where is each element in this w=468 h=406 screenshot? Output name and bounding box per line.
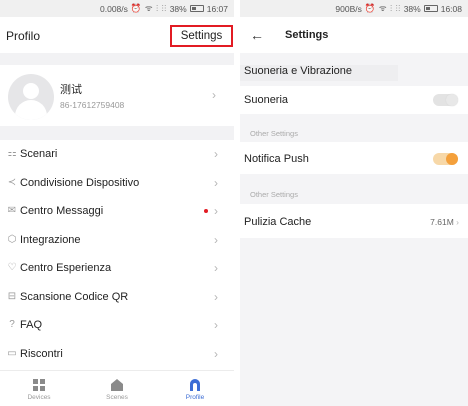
chevron-right-icon: ›: [214, 318, 218, 332]
menu-item-feedback[interactable]: ▭ Riscontri ›: [0, 339, 234, 368]
tab-devices[interactable]: Devices: [0, 371, 78, 406]
menu-item-label: Scenari: [20, 148, 58, 160]
battery-icon: [423, 5, 438, 12]
chevron-right-icon: ›: [214, 147, 218, 161]
avatar-body-icon: [15, 100, 47, 120]
heart-icon: ♡: [7, 262, 17, 273]
scenes-icon: ⚏: [7, 148, 17, 159]
menu-item-message-center[interactable]: ✉ Centro Messaggi ›: [0, 197, 234, 226]
menu-item-label: Scansione Codice QR: [20, 290, 129, 303]
push-notification-label: Notifica Push: [244, 153, 309, 165]
network-speed: 0.008/s: [100, 3, 128, 14]
profile-icon: [190, 379, 200, 391]
menu-item-faq[interactable]: ? FAQ ›: [0, 311, 234, 340]
share-icon: ≺: [7, 176, 17, 188]
menu-item-scenari[interactable]: ⚏ Scenari ›: [0, 140, 234, 169]
avatar-head-icon: [23, 83, 39, 99]
section-header-other: Other Settings: [240, 174, 468, 204]
toggle-knob: [446, 94, 458, 106]
question-icon: ?: [9, 319, 15, 330]
tab-label: Scenes: [106, 394, 128, 401]
chevron-right-icon: ›: [456, 217, 459, 227]
cube-icon: ⬡: [7, 233, 17, 245]
menu-item-label: FAQ: [20, 319, 43, 331]
status-icons: ⏰ ᯤ ⫶ ⫶⫶: [130, 3, 167, 13]
status-bar: 0.008/s ⏰ ᯤ ⫶ ⫶⫶ 38% 16:07: [0, 0, 234, 17]
unread-dot: [204, 209, 208, 213]
menu-item-label: Centro Messaggi: [20, 205, 104, 217]
chevron-right-icon: ›: [214, 232, 218, 247]
battery-icon: [189, 5, 204, 12]
scan-icon: ⊟: [7, 290, 17, 302]
clear-cache-label: Pulizia Cache: [244, 216, 312, 228]
chevron-right-icon: ›: [212, 88, 216, 102]
settings-screen: 900B/s ⏰ ᯤ ⫶ ⫶⫶ 38% 16:08 ← Settings Suo…: [240, 0, 468, 406]
home-icon: [111, 379, 123, 391]
menu-item-label: Centro Esperienza: [20, 262, 112, 274]
chevron-right-icon: ›: [214, 289, 218, 304]
ringtone-toggle[interactable]: [433, 94, 458, 106]
bottom-tab-bar: Devices Scenes Profile: [0, 370, 234, 406]
tab-scenes[interactable]: Scenes: [78, 371, 156, 406]
page-title: Profilo: [6, 29, 41, 43]
chevron-right-icon: ›: [214, 261, 218, 275]
divider: [0, 53, 234, 65]
page-title: Settings: [285, 29, 329, 41]
mail-icon: ✉: [7, 205, 17, 216]
menu-item-label: Condivisione Dispositivo: [20, 176, 140, 189]
feedback-icon: ▭: [7, 347, 17, 359]
menu-item-qr-scan[interactable]: ⊟ Scansione Codice QR ›: [0, 282, 234, 311]
push-notification-toggle[interactable]: [433, 153, 458, 165]
tab-profile[interactable]: Profile: [156, 371, 234, 406]
tab-label: Profile: [185, 394, 205, 401]
settings-button[interactable]: Settings: [170, 25, 233, 47]
clock: 16:08: [440, 3, 462, 14]
tab-label: Devices: [27, 394, 51, 401]
battery-percent: 38%: [403, 3, 421, 14]
ringtone-label: Suoneria: [244, 94, 289, 106]
status-icons: ⏰ ᯤ ⫶ ⫶⫶: [364, 3, 401, 13]
cache-size-value: 7.61M ›: [430, 217, 459, 227]
toggle-knob: [446, 153, 458, 165]
status-bar: 900B/s ⏰ ᯤ ⫶ ⫶⫶ 38% 16:08: [240, 0, 468, 17]
profile-menu: ⚏ Scenari › ≺ Condivisione Dispositivo ›…: [0, 140, 234, 368]
network-speed: 900B/s: [335, 3, 362, 14]
profile-screen: 0.008/s ⏰ ᯤ ⫶ ⫶⫶ 38% 16:07 Profilo Setti…: [0, 0, 234, 406]
clear-cache-row[interactable]: Pulizia Cache 7.61M ›: [240, 204, 468, 238]
grid-icon: [33, 379, 45, 391]
chevron-right-icon: ›: [214, 175, 218, 190]
menu-item-experience-center[interactable]: ♡ Centro Esperienza ›: [0, 254, 234, 283]
push-notification-row[interactable]: Notifica Push: [240, 142, 468, 174]
chevron-right-icon: ›: [214, 204, 218, 218]
section-header-other: Other Settings: [240, 114, 468, 142]
back-arrow-icon[interactable]: ←: [250, 27, 264, 43]
section-header-sound: Suoneria e Vibrazione: [240, 65, 398, 81]
cache-size-text: 7.61M: [430, 217, 454, 227]
profile-name: 测试: [60, 84, 82, 96]
menu-item-label: Riscontri: [20, 347, 63, 360]
ringtone-row[interactable]: Suoneria: [240, 86, 468, 114]
chevron-right-icon: ›: [214, 346, 218, 361]
divider: [0, 126, 234, 140]
profile-card[interactable]: 测试 86-17612759408 ›: [0, 66, 234, 126]
settings-header: ← Settings: [240, 17, 468, 53]
menu-item-device-sharing[interactable]: ≺ Condivisione Dispositivo ›: [0, 168, 234, 197]
menu-item-integration[interactable]: ⬡ Integrazione ›: [0, 225, 234, 254]
menu-item-label: Integrazione: [20, 233, 81, 246]
profile-phone: 86-17612759408: [60, 100, 125, 110]
avatar: [8, 74, 54, 120]
clock: 16:07: [206, 3, 228, 14]
battery-percent: 38%: [169, 3, 187, 14]
